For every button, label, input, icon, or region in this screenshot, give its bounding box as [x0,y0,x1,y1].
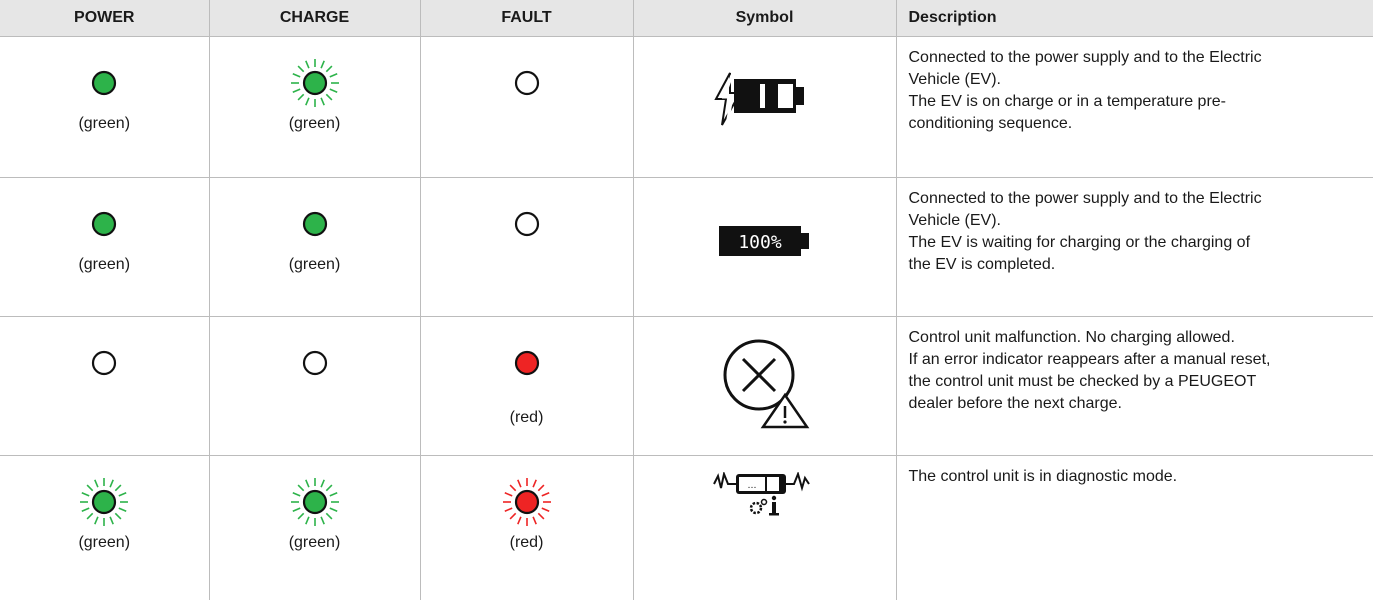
error-warning-icon [715,331,815,431]
description-cell: Connected to the power supply and to the… [896,178,1373,317]
led-off-icon [291,339,339,387]
header-row: POWER CHARGE FAULT Symbol Description [0,0,1373,37]
description-line: Control unit malfunction. No charging al… [909,327,1360,349]
power-cell [0,317,209,456]
led-status-table: POWER CHARGE FAULT Symbol Description (g… [0,0,1373,600]
symbol-cell [633,37,896,178]
description-line: the EV is completed. [909,254,1360,276]
description-line: Vehicle (EV). [909,210,1360,232]
description-line: the control unit must be checked by a PE… [909,371,1360,393]
led-label: (green) [210,256,420,274]
description-line: Vehicle (EV). [909,69,1360,91]
description-line: The control unit is in diagnostic mode. [909,466,1360,488]
header-description: Description [896,0,1373,37]
diagnostic-mode-icon: … [710,472,820,520]
header-charge: CHARGE [209,0,420,37]
power-cell: (green) [0,37,209,178]
symbol-cell [633,317,896,456]
description-line: The EV is on charge or in a temperature … [909,91,1360,113]
led-green-on-icon [291,200,339,248]
led-label: (red) [421,409,633,427]
battery-charging-icon [710,63,820,133]
led-label: (green) [210,115,420,133]
description-cell: The control unit is in diagnostic mode. [896,456,1373,600]
charge-cell: (green) [209,178,420,317]
header-fault: FAULT [420,0,633,37]
fault-cell: (red) [420,456,633,600]
led-label: (green) [0,256,209,274]
charge-cell: (green) [209,456,420,600]
led-off-icon [80,339,128,387]
power-cell: (green) [0,178,209,317]
header-power: POWER [0,0,209,37]
fault-cell: (red) [420,317,633,456]
led-label: (green) [0,115,209,133]
description-line: If an error indicator reappears after a … [909,349,1360,371]
led-green-on-icon [80,59,128,107]
fault-cell [420,178,633,317]
charge-cell [209,317,420,456]
led-off-icon [503,59,551,107]
symbol-cell: … [633,456,896,600]
table-row: (red) Control unit malfunction. No charg… [0,317,1373,456]
symbol-cell: 100% [633,178,896,317]
battery-percent-text: 100% [738,232,782,253]
fault-cell [420,37,633,178]
svg-text:…: … [747,481,756,491]
power-cell: (green) [0,456,209,600]
led-red-flashing-icon [503,478,551,526]
description-line: dealer before the next charge. [909,393,1360,415]
table-row: (green) (green) 100% [0,178,1373,317]
led-label: (green) [0,534,209,552]
charge-cell: (green) [209,37,420,178]
led-green-flashing-icon [80,478,128,526]
header-symbol: Symbol [633,0,896,37]
description-cell: Connected to the power supply and to the… [896,37,1373,178]
table-row: (green) (green) (red) [0,456,1373,600]
table-row: (green) (green) [0,37,1373,178]
battery-full-icon: 100% [715,224,815,258]
description-cell: Control unit malfunction. No charging al… [896,317,1373,456]
led-green-flashing-icon [291,478,339,526]
led-green-on-icon [80,200,128,248]
description-line: The EV is waiting for charging or the ch… [909,232,1360,254]
led-off-icon [503,200,551,248]
description-line: Connected to the power supply and to the… [909,47,1360,69]
led-label: (green) [210,534,420,552]
description-line: conditioning sequence. [909,113,1360,135]
description-line: Connected to the power supply and to the… [909,188,1360,210]
led-label: (red) [421,534,633,552]
led-green-flashing-icon [291,59,339,107]
led-red-on-icon [503,339,551,387]
